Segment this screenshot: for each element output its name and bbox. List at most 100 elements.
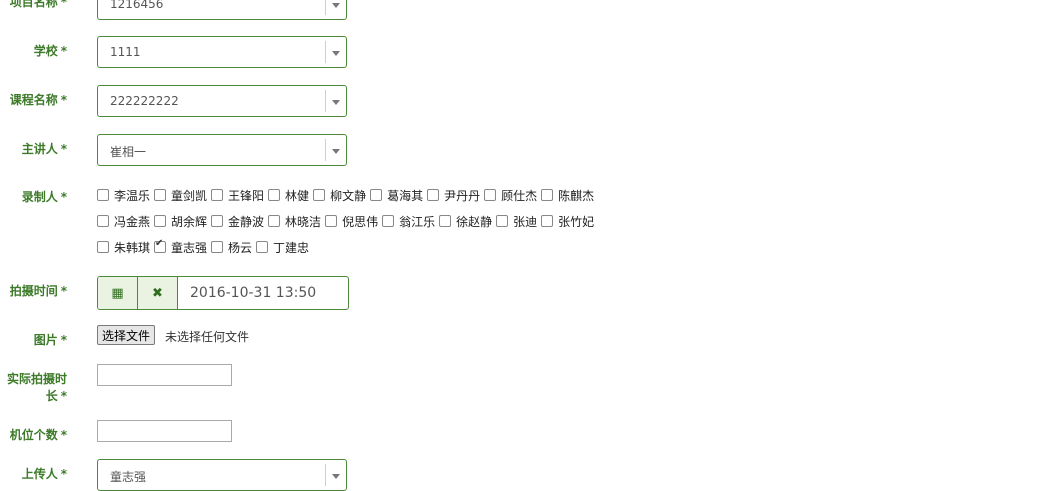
checkbox-checked[interactable] [154,238,167,253]
checkbox[interactable] [325,215,338,227]
recorder-checkbox-item[interactable]: 童志强 [154,238,208,256]
course-name-label: 课程名称 * [9,93,67,107]
choose-file-button[interactable]: 选择文件 [97,325,156,345]
recorder-name: 翁江乐 [399,214,436,229]
recorder-name: 徐赵静 [456,214,493,229]
lecturer-select[interactable]: 崔相一 [97,134,347,166]
checkbox[interactable] [97,241,109,253]
uploader-select[interactable]: 童志强 [97,459,347,491]
recorder-checkbox-item[interactable]: 王锋阳 [211,187,264,204]
recorder-checkbox-item[interactable]: 朱韩琪 [97,239,150,256]
shoot-time-label: 拍摄时间 * [9,284,67,298]
checkbox[interactable] [382,215,395,227]
checkbox[interactable] [211,241,224,253]
recorder-name: 丁建忠 [273,240,310,255]
checkbox[interactable] [541,215,554,227]
checkbox[interactable] [370,189,383,201]
file-status-text: 未选择任何文件 [165,330,250,344]
checkbox[interactable] [541,189,554,201]
recorders-line: 冯金燕 胡余辉 金静波 林晓洁 倪思伟 翁江乐 徐赵静 张迪 张竹妃 [97,208,617,234]
checkbox[interactable] [496,215,509,227]
checkbox[interactable] [427,189,440,201]
recorder-checkbox-item[interactable]: 顾仕杰 [484,187,537,204]
chevron-down-icon [325,41,346,63]
recorder-checkbox-item[interactable]: 冯金燕 [97,213,150,230]
recorders-checkbox-group: 李温乐 童剑凯 王锋阳 林健 柳文静 葛海其 尹丹丹 顾仕杰 陈麒杰冯金燕 胡余辉 金静波 林晓洁 倪思… [97,182,617,260]
checkbox[interactable] [313,189,326,201]
recorder-checkbox-item[interactable]: 徐赵静 [439,213,492,230]
course-name-value: 222222222 [110,94,179,108]
recorder-checkbox-item[interactable]: 柳文静 [313,187,366,204]
recorder-name: 尹丹丹 [444,188,481,203]
camera-count-input[interactable] [97,420,232,442]
recorder-checkbox-item[interactable]: 丁建忠 [256,239,309,256]
recorder-checkbox-item[interactable]: 倪思伟 [325,213,378,230]
recorder-name: 倪思伟 [342,214,379,229]
checkbox[interactable] [268,189,281,201]
recorder-name: 陈麒杰 [558,188,595,203]
recorder-name: 朱韩琪 [114,240,151,255]
checkbox[interactable] [211,189,224,201]
recorder-checkbox-item[interactable]: 陈麒杰 [541,187,594,204]
recorder-checkbox-item[interactable]: 李温乐 [97,187,150,204]
recorder-checkbox-item[interactable]: 胡余辉 [154,213,207,230]
recorder-name: 李温乐 [114,188,151,203]
recorder-name: 林健 [285,188,310,203]
recorder-checkbox-item[interactable]: 翁江乐 [382,213,435,230]
project-name-select[interactable]: 1216456 [97,0,347,20]
uploader-value: 童志强 [110,470,147,484]
image-label: 图片 * [33,333,67,347]
lecturer-value: 崔相一 [110,145,147,159]
recorder-checkbox-item[interactable]: 张竹妃 [541,213,594,230]
school-select[interactable]: 1111 [97,36,347,68]
recorder-checkbox-item[interactable]: 尹丹丹 [427,187,480,204]
recorder-name: 林晓洁 [285,214,322,229]
project-name-value: 1216456 [110,0,164,11]
actual-duration-input[interactable] [97,364,232,386]
recorder-name: 葛海其 [387,188,424,203]
recorder-name: 童志强 [171,240,208,255]
recorder-checkbox-item[interactable]: 林晓洁 [268,213,321,230]
recorder-name: 胡余辉 [171,214,208,229]
recorders-line: 朱韩琪 童志强 杨云 丁建忠 [97,234,617,260]
clear-x-icon[interactable]: ✖ [138,277,178,309]
recorders-label: 录制人 * [21,190,67,204]
shoot-time-input[interactable]: 2016-10-31 13:50 [178,277,348,309]
chevron-down-icon [325,464,346,486]
recorder-name: 冯金燕 [114,214,151,229]
school-label: 学校 * [33,44,67,58]
checkbox[interactable] [97,189,109,201]
uploader-label: 上传人 * [21,467,67,481]
checkbox[interactable] [154,189,167,201]
actual-duration-label: 实际拍摄时 长 * [6,372,67,403]
project-name-label: 项目名称 * [9,0,67,9]
recorder-name: 童剑凯 [171,188,208,203]
lecturer-label: 主讲人 * [21,142,67,156]
course-name-select[interactable]: 222222222 [97,85,347,117]
checkbox[interactable] [484,189,497,201]
recorder-checkbox-item[interactable]: 童剑凯 [154,187,207,204]
recorder-name: 柳文静 [330,188,367,203]
recorder-name: 顾仕杰 [501,188,538,203]
checkbox[interactable] [268,215,281,227]
shoot-time-picker: ▦ ✖ 2016-10-31 13:50 [97,276,349,310]
recorder-checkbox-item[interactable]: 杨云 [211,239,252,256]
calendar-icon[interactable]: ▦ [98,277,138,309]
recorder-name: 王锋阳 [228,188,265,203]
recorder-checkbox-item[interactable]: 葛海其 [370,187,423,204]
recorder-name: 张迪 [513,214,538,229]
recorder-checkbox-item[interactable]: 张迪 [496,213,537,230]
recorder-name: 金静波 [228,214,265,229]
chevron-down-icon [325,90,346,112]
chevron-down-icon [325,139,346,161]
checkbox[interactable] [154,215,167,227]
chevron-down-icon [325,0,346,15]
checkbox[interactable] [97,215,109,227]
recorder-name: 杨云 [228,240,253,255]
recorder-checkbox-item[interactable]: 林健 [268,187,309,204]
school-value: 1111 [110,45,141,59]
checkbox[interactable] [439,215,452,227]
checkbox[interactable] [256,241,269,253]
checkbox[interactable] [211,215,224,227]
recorder-checkbox-item[interactable]: 金静波 [211,213,264,230]
